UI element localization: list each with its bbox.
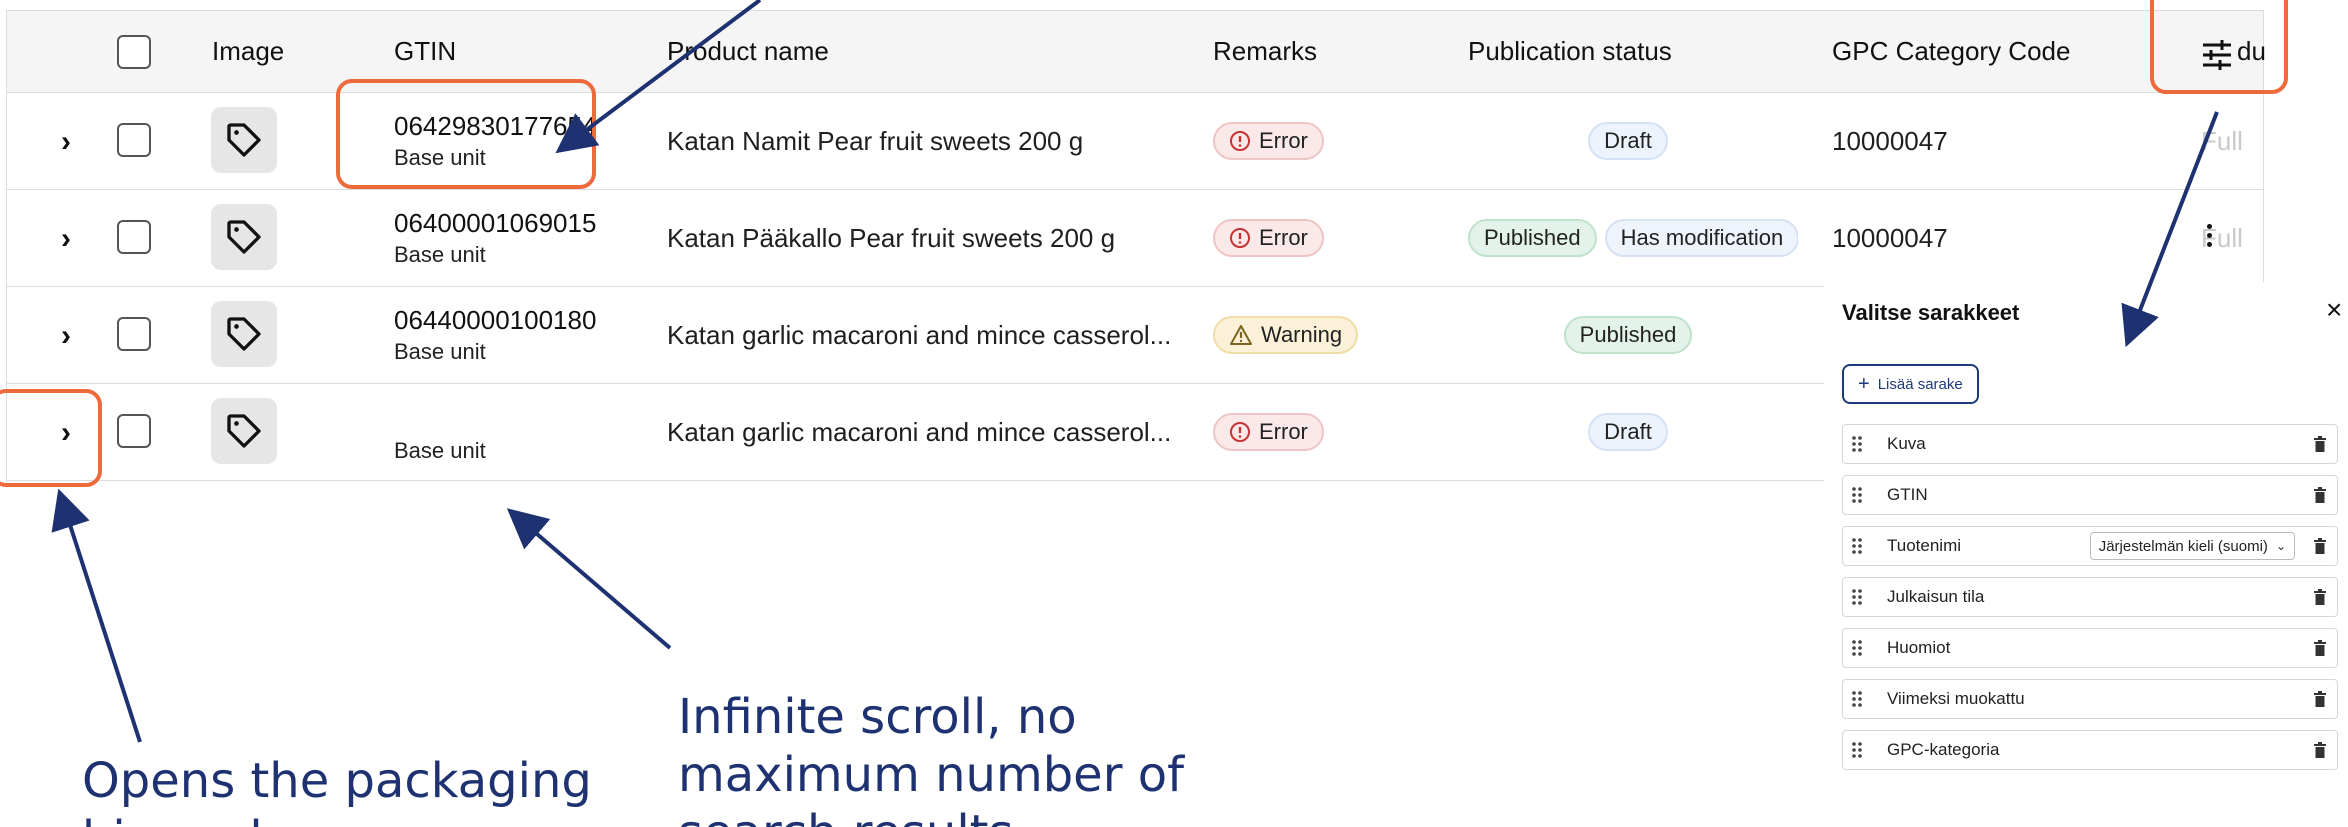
arrow-to-gtin <box>555 0 762 154</box>
arrow-to-expand <box>51 488 142 743</box>
packaging-annotation: Opens the packaging hierarchy <box>82 753 592 827</box>
arrow-to-column-panel <box>2121 111 2219 348</box>
arrow-to-table-end <box>506 508 672 650</box>
scroll-annotation: Infinite scroll, no maximum number of se… <box>678 689 1184 827</box>
